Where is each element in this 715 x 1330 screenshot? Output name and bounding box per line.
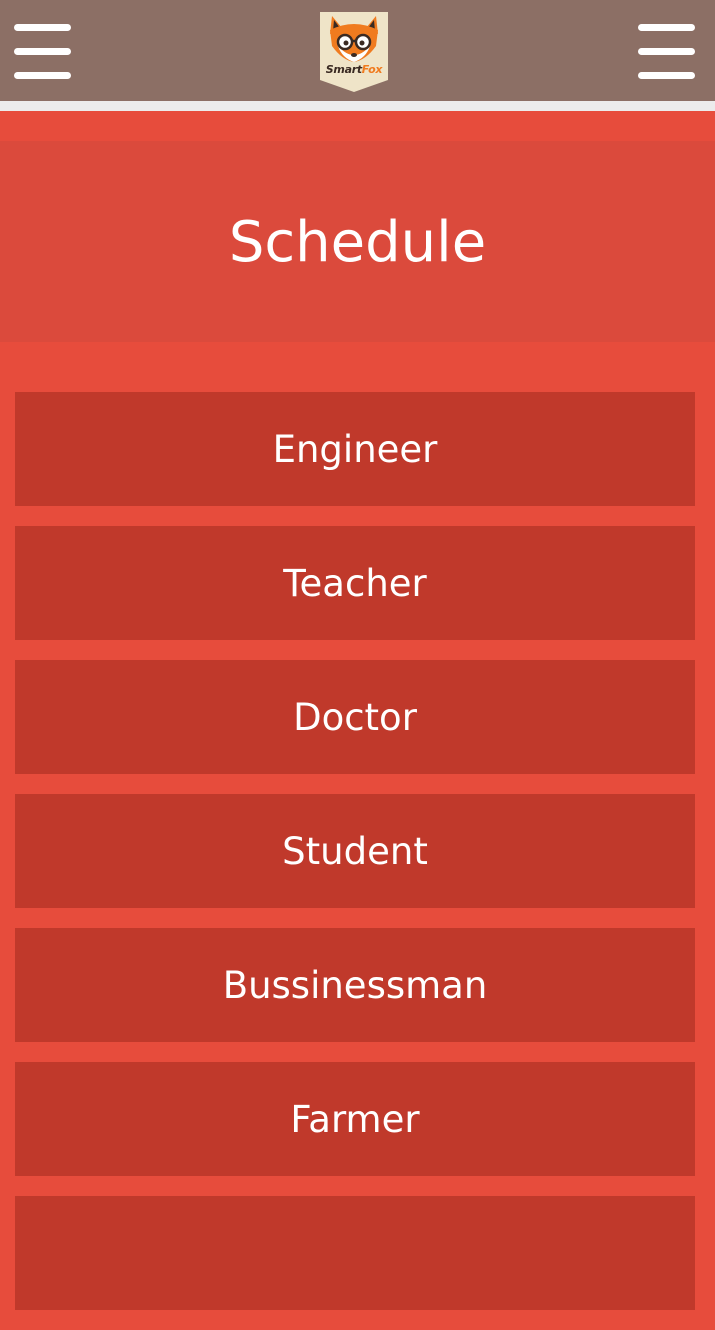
list-item-partial[interactable]	[15, 1196, 695, 1310]
hamburger-line	[14, 48, 71, 55]
list-item-farmer[interactable]: Farmer	[15, 1062, 695, 1176]
hamburger-line	[638, 48, 695, 55]
profession-list: Engineer Teacher Doctor Student Bussines…	[15, 392, 695, 1330]
page-title: Schedule	[228, 210, 487, 275]
hamburger-menu-icon	[14, 24, 71, 31]
hamburger-line	[638, 72, 695, 79]
list-item-doctor[interactable]: Doctor	[15, 660, 695, 774]
smartfox-logo: SmartFox	[318, 12, 390, 92]
hamburger-line	[14, 72, 71, 79]
left-menu-button[interactable]	[14, 24, 72, 82]
fox-with-glasses-logo-icon	[320, 12, 388, 92]
right-menu-button[interactable]	[638, 24, 696, 82]
hamburger-menu-icon	[638, 24, 695, 31]
list-item-teacher[interactable]: Teacher	[15, 526, 695, 640]
logo-text-fox: Fox	[361, 63, 383, 76]
logo-text-smart: Smart	[325, 63, 362, 76]
list-item-student[interactable]: Student	[15, 794, 695, 908]
logo-wordmark: SmartFox	[318, 63, 390, 76]
topbar-divider	[0, 101, 715, 111]
list-item-engineer[interactable]: Engineer	[15, 392, 695, 506]
list-item-bussinessman[interactable]: Bussinessman	[15, 928, 695, 1042]
top-app-bar: SmartFox	[0, 0, 715, 101]
